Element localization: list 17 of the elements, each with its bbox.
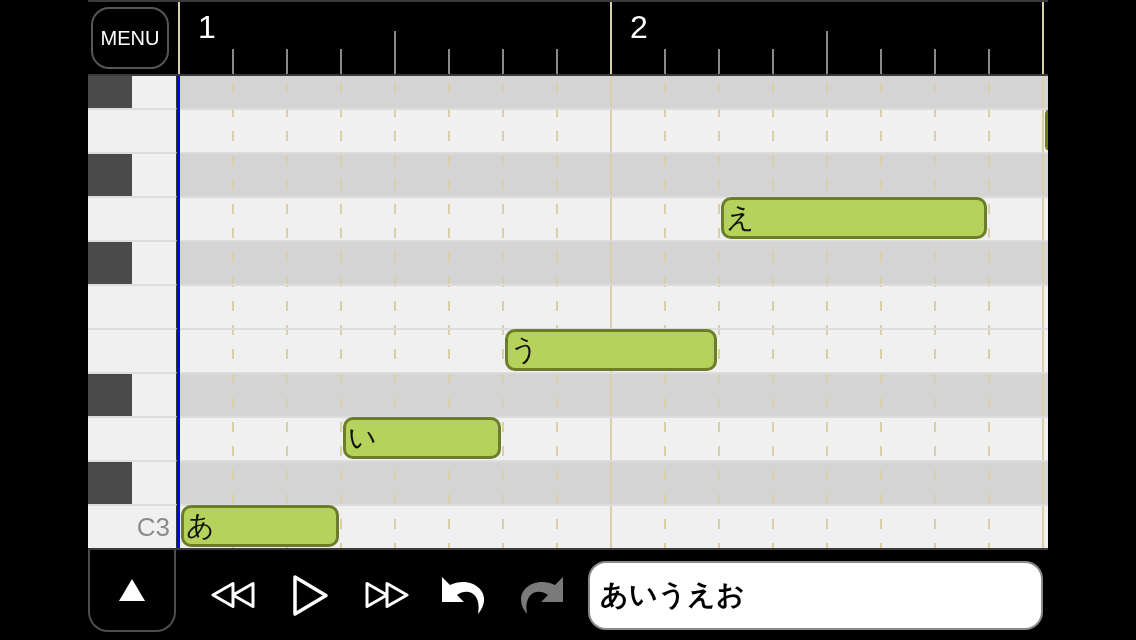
undo-icon — [442, 575, 486, 615]
note-block[interactable]: え — [721, 197, 987, 239]
rewind-icon — [211, 581, 255, 609]
bar-number: 1 — [198, 11, 216, 43]
redo-icon — [519, 575, 563, 615]
note-block[interactable]: う — [505, 329, 717, 371]
note-block[interactable]: あ — [181, 505, 339, 547]
menu-button[interactable]: MENU — [91, 7, 169, 69]
note-name-label: C3 — [136, 514, 170, 540]
bar-number: 2 — [630, 11, 648, 43]
up-triangle-icon — [119, 579, 145, 601]
lyrics-input[interactable]: あいうえお — [588, 560, 1043, 630]
piano-key[interactable] — [88, 76, 177, 108]
fast-forward-icon — [365, 581, 409, 609]
panel-toggle-button[interactable] — [88, 550, 176, 632]
play-icon — [291, 573, 329, 617]
note-block[interactable]: い — [343, 417, 501, 459]
